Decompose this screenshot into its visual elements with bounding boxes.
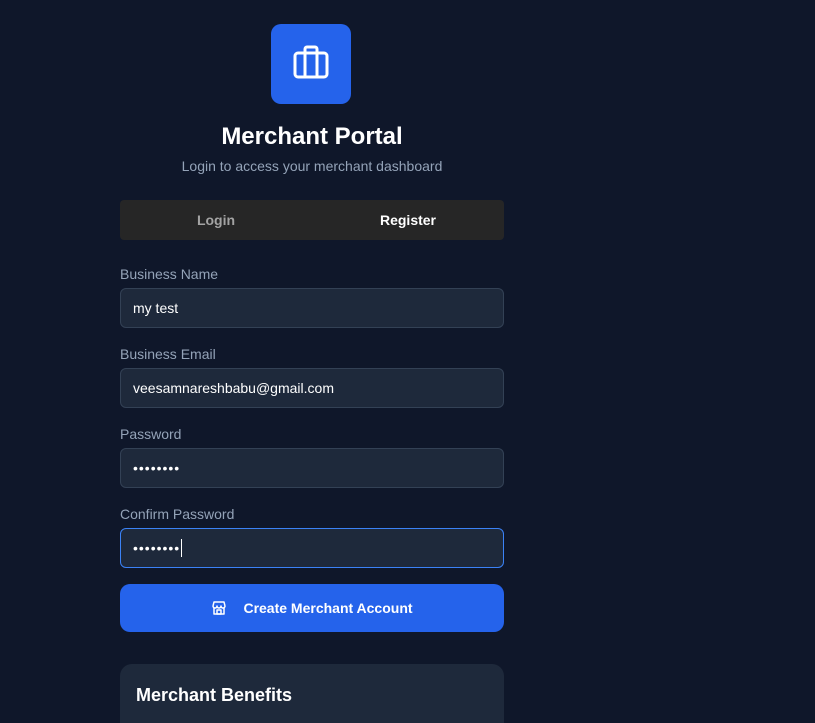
business-email-label: Business Email (120, 346, 216, 362)
business-name-label: Business Name (120, 266, 219, 282)
business-name-input[interactable] (120, 288, 504, 328)
password-masked-value: •••••••• (133, 460, 181, 476)
password-input[interactable]: •••••••• (120, 448, 504, 488)
confirm-password-label: Confirm Password (120, 506, 235, 522)
merchant-benefits-card: Merchant Benefits (120, 664, 504, 723)
business-email-input[interactable] (120, 368, 504, 408)
create-merchant-account-button[interactable]: Create Merchant Account (120, 584, 504, 632)
tab-register[interactable]: Register (312, 200, 504, 240)
tab-login[interactable]: Login (120, 200, 312, 240)
merchant-benefits-title: Merchant Benefits (136, 685, 293, 705)
merchant-portal-page: Merchant Portal Login to access your mer… (0, 0, 815, 723)
confirm-password-masked-value: •••••••• (133, 540, 181, 556)
password-label: Password (120, 426, 182, 442)
confirm-password-input[interactable]: •••••••• (120, 528, 504, 568)
auth-tabs: Login Register (120, 200, 504, 240)
text-caret (181, 539, 183, 557)
portal-logo (271, 24, 351, 104)
page-title: Merchant Portal (221, 123, 403, 150)
store-icon (211, 600, 227, 616)
create-merchant-account-label: Create Merchant Account (243, 600, 413, 616)
page-subtitle: Login to access your merchant dashboard (181, 158, 443, 174)
briefcase-icon (291, 42, 331, 87)
